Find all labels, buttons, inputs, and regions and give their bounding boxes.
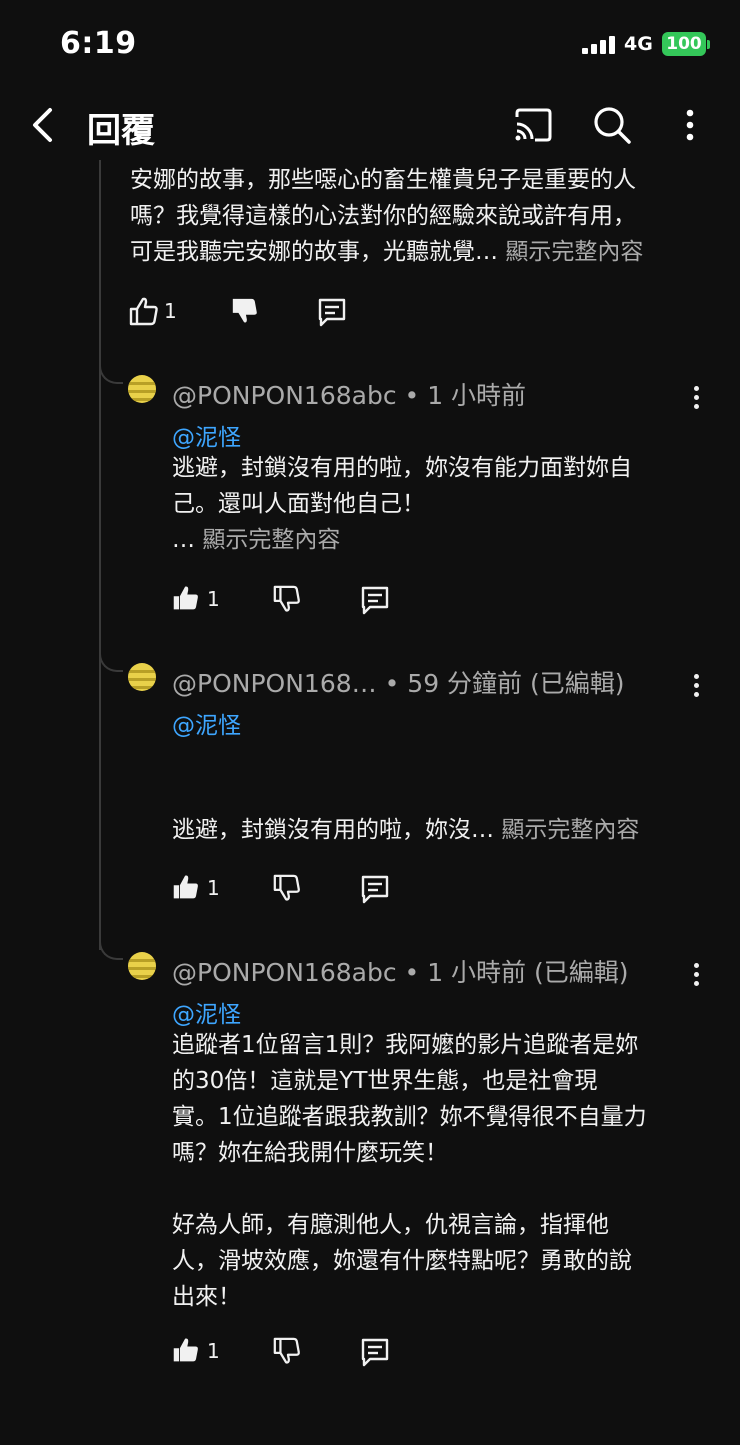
comment-line: 好為人師，有臆測他人，仇視言論，指揮他 xyxy=(172,1212,609,1238)
comment-line: 己。還叫人面對他自己！ xyxy=(172,491,425,517)
comment-line: 安娜的故事，那些噁心的畜生權貴兒子是重要的人 xyxy=(130,167,636,193)
like-button[interactable] xyxy=(128,295,160,331)
reply-button[interactable] xyxy=(359,584,391,620)
avatar[interactable] xyxy=(128,952,156,980)
comment-reply-icon xyxy=(361,586,389,615)
comment-line: 嗎？我覺得這樣的心法對你的經驗來說或許有用， xyxy=(130,203,636,229)
thumbs-up-filled-icon xyxy=(173,875,198,899)
comment-blank-line xyxy=(172,1171,717,1207)
comment-reply-icon xyxy=(318,298,346,327)
network-type: 4G xyxy=(624,33,653,55)
comment-line: 出來！ xyxy=(172,1284,241,1310)
thumbs-up-filled-icon xyxy=(173,586,198,610)
like-count: 1 xyxy=(207,1339,220,1363)
thumbs-up-outline-icon xyxy=(129,297,158,326)
reply-header: @PONPON168… • 59 分鐘前 (已編輯) xyxy=(172,664,625,700)
avatar[interactable] xyxy=(128,375,156,403)
thread-line xyxy=(99,160,101,950)
comment-line: 追蹤者1位留言1則？我阿嬤的影片追蹤者是妳 xyxy=(172,1032,639,1058)
battery-indicator: 100 xyxy=(662,32,706,56)
comment-line: 逃避，封鎖沒有用的啦，妳沒有能力面對妳自 xyxy=(172,455,632,481)
comment-reply-icon xyxy=(361,1338,389,1367)
search-icon xyxy=(594,107,631,144)
thread-branch xyxy=(99,648,123,672)
show-more-link[interactable]: 顯示完整內容 xyxy=(505,239,643,265)
like-count: 1 xyxy=(164,299,177,323)
comment-line: 可是我聽完安娜的故事，光聽就覺… xyxy=(130,239,498,265)
reply-button[interactable] xyxy=(359,1336,391,1372)
thumbs-down-filled-icon xyxy=(232,298,257,323)
comment-more-icon[interactable] xyxy=(694,963,700,990)
reply-button[interactable] xyxy=(359,873,391,909)
back-button[interactable] xyxy=(24,105,60,145)
dislike-button[interactable] xyxy=(272,873,302,907)
thumbs-down-outline-icon xyxy=(273,874,300,901)
mention-link[interactable]: @泥怪 xyxy=(172,418,241,452)
like-count: 1 xyxy=(207,876,220,900)
like-count: 1 xyxy=(207,587,220,611)
author-name[interactable]: @PONPON168abc xyxy=(172,958,397,987)
comment-line: 的30倍！這就是YT世界生態，也是社會現 xyxy=(172,1068,598,1094)
comment-more-icon[interactable] xyxy=(694,386,700,413)
thumbs-down-outline-icon xyxy=(273,585,300,612)
like-button[interactable] xyxy=(172,584,200,616)
ellipsis: … xyxy=(172,527,195,553)
comment-more-icon[interactable] xyxy=(694,674,700,701)
status-time: 6:19 xyxy=(60,26,137,61)
cast-button[interactable] xyxy=(510,103,556,147)
parent-comment-text: 安娜的故事，那些噁心的畜生權貴兒子是重要的人 嗎？我覺得這樣的心法對你的經驗來說… xyxy=(130,162,730,270)
thread-branch xyxy=(99,936,123,960)
reply-text: 追蹤者1位留言1則？我阿嬤的影片追蹤者是妳 的30倍！這就是YT世界生態，也是社… xyxy=(172,1027,717,1315)
reply-text: 逃避，封鎖沒有用的啦，妳沒… 顯示完整內容 xyxy=(172,812,712,848)
thumbs-down-outline-icon xyxy=(273,1337,300,1364)
back-arrow-icon xyxy=(33,108,52,142)
cellular-signal-icon xyxy=(582,36,615,54)
show-more-link[interactable]: 顯示完整內容 xyxy=(501,817,639,843)
comment-reply-icon xyxy=(361,875,389,904)
mention-link[interactable]: @泥怪 xyxy=(172,706,241,740)
reply-button[interactable] xyxy=(316,296,348,332)
comment-line: 逃避，封鎖沒有用的啦，妳沒… xyxy=(172,817,494,843)
comment-line: 實。1位追蹤者跟我教訓？妳不覺得很不自量力 xyxy=(172,1104,647,1130)
dislike-button[interactable] xyxy=(272,584,302,618)
mention-link[interactable]: @泥怪 xyxy=(172,995,241,1029)
reply-header: @PONPON168abc • 1 小時前 xyxy=(172,376,526,412)
avatar[interactable] xyxy=(128,663,156,691)
timestamp: • 1 小時前 xyxy=(404,381,527,410)
cast-icon xyxy=(515,108,552,142)
dislike-button[interactable] xyxy=(272,1336,302,1370)
reply-text: 逃避，封鎖沒有用的啦，妳沒有能力面對妳自 己。還叫人面對他自己！ … 顯示完整內… xyxy=(172,450,712,558)
battery-tip xyxy=(707,40,710,49)
like-button[interactable] xyxy=(172,873,200,905)
author-name[interactable]: @PONPON168abc xyxy=(172,381,397,410)
thread-branch xyxy=(99,360,123,384)
author-name[interactable]: @PONPON168… xyxy=(172,669,377,698)
dislike-button[interactable] xyxy=(230,296,260,330)
show-more-link[interactable]: 顯示完整內容 xyxy=(202,527,340,553)
comment-line: 人，滑坡效應，妳還有什麼特點呢？勇敢的說 xyxy=(172,1248,632,1274)
comment-line: 嗎？妳在給我開什麼玩笑！ xyxy=(172,1140,448,1166)
reply-header: @PONPON168abc • 1 小時前 (已編輯) xyxy=(172,953,629,989)
like-button[interactable] xyxy=(172,1336,200,1368)
more-options-button[interactable] xyxy=(676,105,704,145)
page-title: 回覆 xyxy=(87,111,155,151)
thumbs-up-filled-icon xyxy=(173,1338,198,1362)
search-button[interactable] xyxy=(590,103,634,147)
timestamp: • 1 小時前 (已編輯) xyxy=(404,958,629,987)
timestamp: • 59 分鐘前 (已編輯) xyxy=(384,669,625,698)
more-vertical-icon xyxy=(686,109,694,141)
